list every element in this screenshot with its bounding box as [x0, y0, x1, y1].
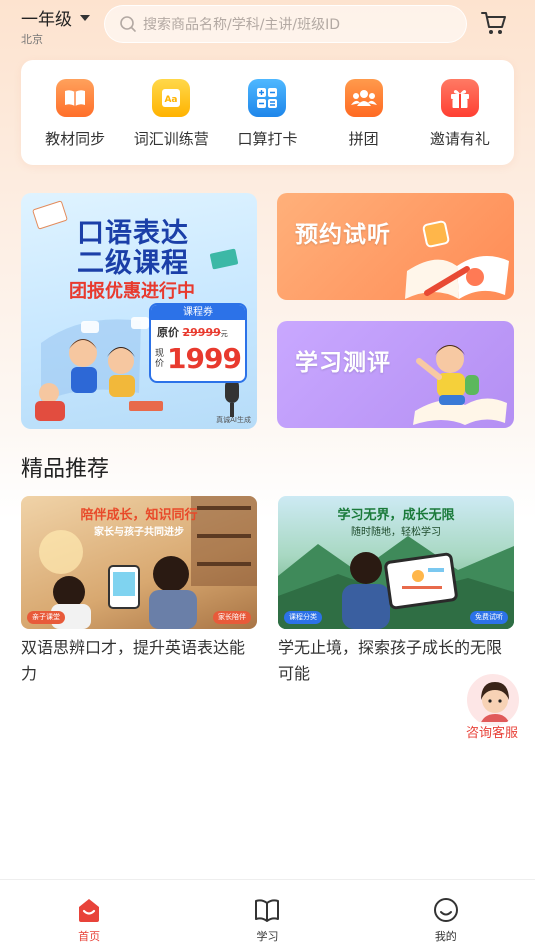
quick-item-mental-math[interactable]: 口算打卡: [222, 60, 312, 149]
original-price-label: 原价: [157, 326, 179, 339]
service-label: 咨询客服: [463, 722, 522, 741]
search-input[interactable]: 搜索商品名称/学科/主讲/班级ID: [104, 5, 467, 43]
quick-item-label: 拼团: [348, 130, 379, 148]
book-icon: [56, 79, 95, 117]
search-placeholder: 搜索商品名称/学科/主讲/班级ID: [143, 17, 341, 33]
current-price-value: 1999: [167, 342, 242, 375]
tab-label: 学习: [256, 930, 279, 943]
card-image-heading: 陪伴成长，知识同行: [80, 508, 198, 523]
top-header: 一年级 北京 搜索商品名称/学科/主讲/班级ID: [0, 0, 535, 52]
card-tag: 亲子课堂: [27, 611, 65, 624]
quick-item-textbook[interactable]: 教材同步: [30, 60, 120, 149]
quick-item-invite[interactable]: 邀请有礼: [415, 60, 505, 149]
grade-selector[interactable]: 一年级 北京: [21, 5, 90, 47]
home-icon: [79, 899, 100, 922]
study-book-icon: [255, 899, 280, 922]
assessment-banner[interactable]: 学习测评: [277, 321, 514, 428]
vocabulary-icon: Aa: [152, 79, 191, 117]
quick-item-group-buy[interactable]: 拼团: [319, 60, 409, 149]
card-tag: 免费试听: [470, 611, 508, 624]
course-card[interactable]: 学习无界，成长无限 随时随地，轻松学习 课程分类 免费试听 学无止境，探索孩子成…: [278, 496, 514, 687]
quick-menu: 教材同步 Aa 词汇训练营 口算打卡 拼团 邀请有礼: [21, 60, 514, 165]
original-price-value: 29999: [182, 326, 221, 339]
boy-reading-illustration: [413, 345, 507, 425]
quick-item-label: 口算打卡: [237, 130, 298, 148]
tab-study[interactable]: 学习: [207, 880, 327, 951]
search-icon: [120, 16, 136, 32]
section-title: 精品推荐: [21, 457, 110, 482]
card-image-subheading: 家长与孩子共同进步: [94, 527, 184, 538]
gift-icon: [440, 79, 479, 117]
current-price-label: 现价: [155, 348, 165, 369]
course-card-title: 双语思辨口才，提升英语表达能力: [21, 638, 246, 683]
course-card-image: 陪伴成长，知识同行 家长与孩子共同进步 亲子课堂 家长陪伴: [21, 496, 257, 629]
price-coupon: 课程券 原价 29999元 现价 1999: [149, 303, 247, 383]
cart-button[interactable]: [480, 10, 508, 40]
trial-class-banner[interactable]: 预约试听: [277, 193, 514, 300]
tab-label: 首页: [78, 930, 101, 943]
calculator-icon: [248, 79, 287, 117]
caret-down-icon: [80, 14, 90, 21]
quick-item-vocabulary[interactable]: Aa 词汇训练营: [126, 60, 216, 149]
group-icon: [344, 79, 383, 117]
city-label: 北京: [21, 33, 43, 46]
original-price: 原价 29999元: [151, 324, 245, 340]
customer-service-button[interactable]: 咨询客服: [463, 672, 523, 744]
svg-text:Aa: Aa: [165, 95, 178, 105]
quick-item-label: 教材同步: [45, 130, 106, 148]
bottom-tab-bar: 首页 学习 我的: [0, 879, 535, 951]
assessment-title: 学习测评: [295, 350, 391, 376]
card-image-subheading: 随时随地，轻松学习: [351, 527, 441, 538]
tab-label: 我的: [434, 930, 457, 943]
tab-profile[interactable]: 我的: [386, 880, 506, 951]
coupon-label: 课程券: [151, 305, 245, 320]
cart-icon: [481, 12, 506, 34]
quick-item-label: 词汇训练营: [133, 130, 209, 148]
card-tag: 课程分类: [284, 611, 322, 624]
course-card-image: 学习无界，成长无限 随时随地，轻松学习 课程分类 免费试听: [278, 496, 514, 629]
grade-label: 一年级: [21, 10, 72, 30]
banner-title-line2: 二级课程: [77, 248, 189, 279]
current-price: 现价 1999: [151, 342, 245, 375]
service-avatar: [465, 672, 521, 728]
card-tag: 家长陪伴: [213, 611, 251, 624]
open-book-illustration: [405, 220, 509, 299]
profile-smile-icon: [433, 898, 458, 922]
banner-subtitle: 团报优惠进行中: [69, 281, 195, 302]
tab-home[interactable]: 首页: [29, 880, 149, 951]
trial-class-title: 预约试听: [295, 222, 391, 248]
banner-watermark: 真诚AI生成: [216, 416, 251, 424]
course-promo-banner[interactable]: 口语表达 二级课程 团报优惠进行中 课程券 原价 29999元 现价 1999 …: [21, 193, 257, 429]
original-price-unit: 元: [220, 330, 228, 338]
card-image-heading: 学习无界，成长无限: [337, 508, 455, 523]
quick-item-label: 邀请有礼: [429, 130, 490, 148]
course-card[interactable]: 陪伴成长，知识同行 家长与孩子共同进步 亲子课堂 家长陪伴 双语思辨口才，提升英…: [21, 496, 257, 687]
